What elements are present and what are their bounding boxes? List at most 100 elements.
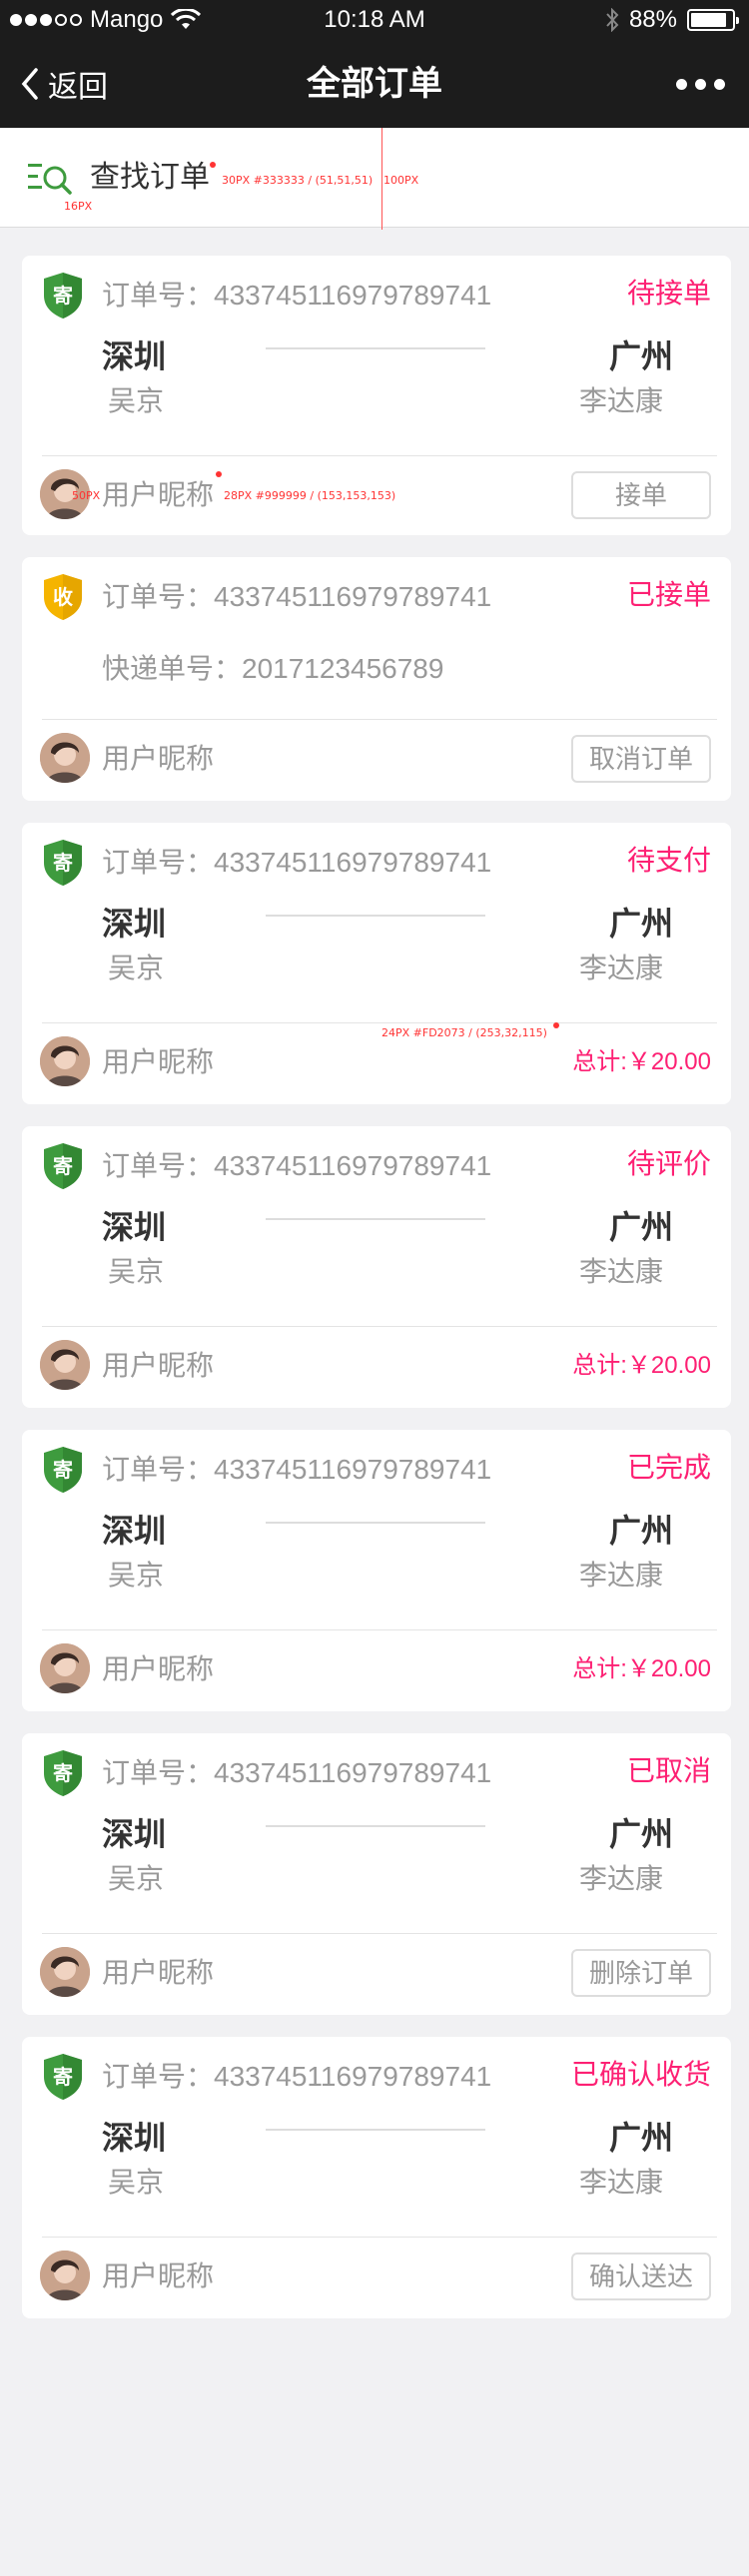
route-line [266,1825,485,1827]
bluetooth-icon [606,8,619,32]
order-total: 总计:￥20.00 [572,1048,711,1075]
to-city: 广州 [608,1513,673,1549]
order-total: 总计:￥20.00 [572,1352,711,1379]
avatar [40,1643,90,1693]
user-nickname: 用户昵称 [102,1046,215,1077]
order-status: 待评价 [626,1148,711,1179]
route-line [266,1218,485,1220]
route-line [266,1522,485,1524]
send-badge-icon: 寄 [42,1446,84,1494]
express-number: 快递单号：2017123456789 [102,653,444,684]
status-bar: Mango 10:18 AM 88% [0,0,749,40]
order-number: 订单号：433745116979789741 [102,847,492,878]
annotation-nickname-font: 28PX #999999 / (153,153,153) [224,489,396,502]
order-number: 订单号：433745116979789741 [102,581,492,612]
order-status: 待支付 [626,845,711,876]
send-badge-icon: 寄 [42,1749,84,1797]
card-footer: 用户昵称 删除订单 [22,1933,731,2013]
sender-name: 吴京 [108,1560,165,1591]
confirm-delivery-button[interactable]: 确认送达 [571,2253,711,2300]
order-card[interactable]: 寄 订单号：433745116979789741 待支付 深圳 广州 吴京 李达… [22,823,731,1104]
to-city: 广州 [608,1209,673,1245]
order-card[interactable]: 收 订单号：433745116979789741 已接单 快递单号：201712… [22,557,731,801]
avatar [40,733,90,783]
receiver-name: 李达康 [578,2167,663,2198]
accept-order-button[interactable]: 接单 [571,471,711,519]
order-card[interactable]: 寄 订单号：433745116979789741 已完成 深圳 广州 吴京 李达… [22,1430,731,1711]
user-nickname: 用户昵称 [102,743,215,774]
order-number: 订单号：433745116979789741 [102,1454,492,1485]
order-card[interactable]: 寄 订单号：433745116979789741 已确认收货 深圳 广州 吴京 … [22,2037,731,2318]
search-order-bar[interactable]: 查找订单 30PX #333333 / (51,51,51) 16PX [0,128,749,228]
order-number: 订单号：433745116979789741 [102,1150,492,1181]
annotation-icon-gap: 16PX [64,200,93,213]
user-nickname: 用户昵称 [102,1957,215,1988]
more-dot-icon [714,78,725,90]
avatar [40,2251,90,2300]
list-search-icon [28,164,72,195]
receiver-name: 李达康 [578,1863,663,1894]
order-card[interactable]: 寄 订单号：433745116979789741 待评价 深圳 广州 吴京 李达… [22,1126,731,1408]
battery-percent: 88% [628,6,677,33]
send-badge-icon: 寄 [42,272,84,320]
nav-bar: 返回 全部订单 [0,40,749,128]
card-footer: 用户昵称 24PX #FD2073 / (253,32,115) 总计:￥20.… [22,1022,731,1102]
card-footer: 用户昵称 接单 50PX 28PX #999999 / (153,153,153… [22,455,731,535]
sender-name: 吴京 [108,1863,165,1894]
annotation-pin [553,1022,559,1028]
order-status: 已接单 [626,579,711,610]
card-footer: 用户昵称 总计:￥20.00 [22,1629,731,1709]
user-nickname: 用户昵称 [102,2260,215,2291]
card-footer: 用户昵称 总计:￥20.00 [22,1326,731,1406]
route-line [266,347,485,349]
order-number: 订单号：433745116979789741 [102,280,492,311]
annotation-search-font: 30PX #333333 / (51,51,51) [222,174,374,187]
sender-name: 吴京 [108,953,165,983]
order-number: 订单号：433745116979789741 [102,1757,492,1788]
annotation-pin [216,471,222,477]
annotation-pin [210,162,216,168]
send-badge-icon: 寄 [42,2053,84,2101]
order-card[interactable]: 寄 订单号：433745116979789741 待接单 深圳 广州 吴京 李达… [22,256,731,535]
more-dot-icon [695,78,706,90]
more-dot-icon [676,78,687,90]
cancel-order-button[interactable]: 取消订单 [571,735,711,783]
order-card[interactable]: 寄 订单号：433745116979789741 已取消 深圳 广州 吴京 李达… [22,1733,731,2015]
annotation-avatar-size: 50PX [72,489,101,502]
delete-order-button[interactable]: 删除订单 [571,1949,711,1997]
receive-badge-icon: 收 [42,573,84,621]
search-label: 查找订单 [90,161,210,194]
avatar [40,1340,90,1390]
to-city: 广州 [608,2120,673,2156]
avatar [40,1947,90,1997]
card-footer: 用户昵称 确认送达 [22,2237,731,2316]
to-city: 广州 [608,906,673,942]
page-title: 全部订单 [307,65,442,103]
from-city: 深圳 [102,338,167,374]
receiver-name: 李达康 [578,385,663,416]
order-status: 已取消 [626,1755,711,1786]
sender-name: 吴京 [108,385,165,416]
avatar [40,1036,90,1086]
receiver-name: 李达康 [578,953,663,983]
user-nickname: 用户昵称 [102,1653,215,1684]
route-line [266,2129,485,2131]
sender-name: 吴京 [108,2167,165,2198]
more-menu-button[interactable] [676,40,725,128]
annotation-line [381,128,382,230]
order-number: 订单号：433745116979789741 [102,2061,492,2092]
to-city: 广州 [608,338,673,374]
from-city: 深圳 [102,906,167,942]
annotation-total-font: 24PX #FD2073 / (253,32,115) [381,1026,547,1039]
route-line [266,915,485,917]
battery-icon [687,9,739,31]
order-status: 待接单 [626,278,711,309]
sender-name: 吴京 [108,1256,165,1287]
receiver-name: 李达康 [578,1560,663,1591]
from-city: 深圳 [102,1816,167,1852]
user-nickname: 用户昵称 [102,1350,215,1381]
order-status: 已确认收货 [570,2059,711,2090]
top-bar: Mango 10:18 AM 88% 返回 全部订单 [0,0,749,128]
to-city: 广州 [608,1816,673,1852]
user-nickname: 用户昵称 [102,479,215,510]
